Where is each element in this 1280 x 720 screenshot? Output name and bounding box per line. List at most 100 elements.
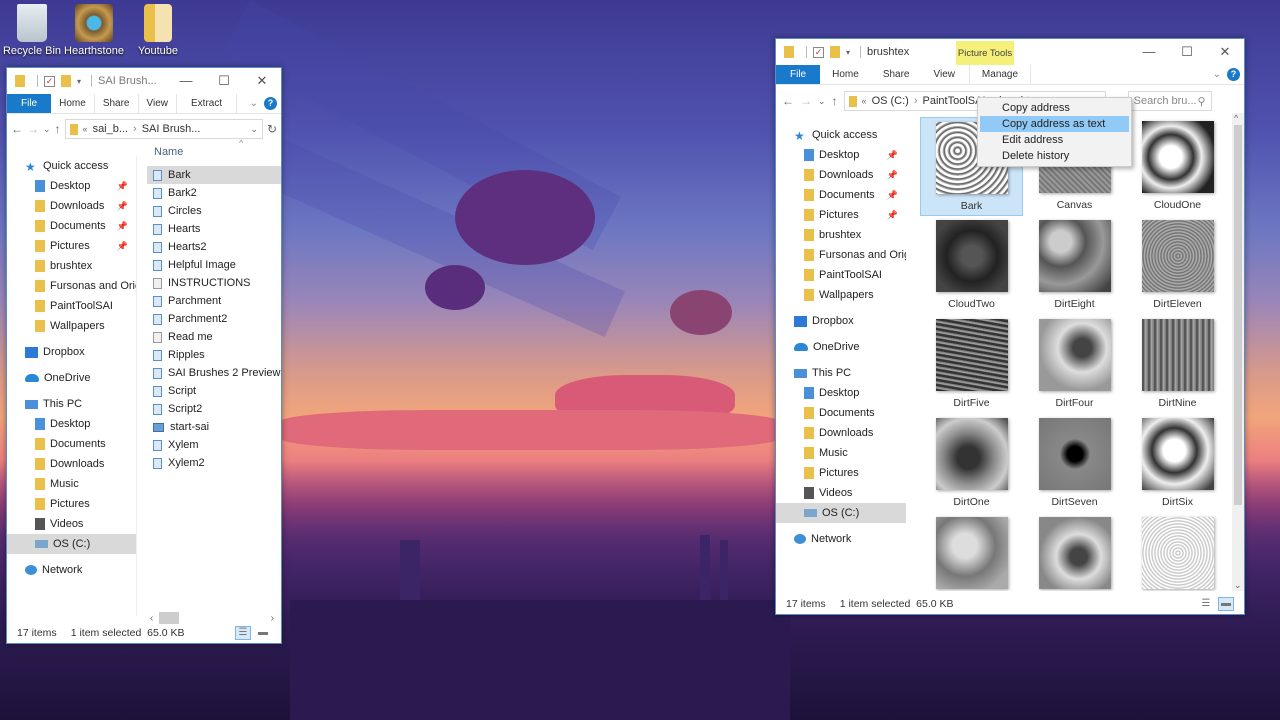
thumbnail-item[interactable]: DirtSeven — [1023, 414, 1126, 513]
file-row[interactable]: Xylem — [147, 436, 281, 454]
expand-ribbon-icon[interactable]: ⌄ — [1213, 69, 1221, 80]
thumbnail-item[interactable]: DirtEleven — [1126, 216, 1229, 315]
file-row[interactable]: Bark2 — [147, 184, 281, 202]
thumbnail-item[interactable]: CloudTwo — [920, 216, 1023, 315]
nav-item-downloads[interactable]: Downloads 📌 — [776, 165, 906, 185]
scroll-right-icon[interactable]: › — [268, 613, 277, 624]
breadcrumb-item[interactable]: OS (C:) — [872, 95, 909, 107]
nav-item-desktop[interactable]: Desktop 📌 — [7, 176, 136, 196]
vertical-scrollbar[interactable]: ^ ⌄ — [1232, 113, 1244, 591]
forward-button[interactable]: → — [27, 122, 39, 136]
customize-quick-access-icon[interactable]: ▾ — [77, 77, 81, 86]
pin-icon[interactable]: 📌 — [117, 181, 128, 192]
maximize-button[interactable]: ☐ — [205, 73, 243, 89]
desktop-icon-youtube[interactable]: Youtube — [126, 4, 190, 57]
breadcrumb-item[interactable]: sai_b... — [93, 123, 128, 135]
nav-network[interactable]: Network — [776, 529, 906, 549]
scroll-left-icon[interactable]: ‹ — [147, 613, 156, 624]
nav-item-pc-desktop[interactable]: Desktop — [776, 383, 906, 403]
scroll-up-icon[interactable]: ^ — [1234, 113, 1238, 123]
address-bar[interactable]: « sai_b... › SAI Brush... ⌄ — [64, 119, 263, 139]
maximize-button[interactable]: ☐ — [1168, 44, 1206, 60]
desktop-icon-hearthstone[interactable]: Hearthstone — [62, 4, 126, 57]
nav-onedrive[interactable]: OneDrive — [776, 337, 906, 357]
nav-item-os-c[interactable]: OS (C:) — [7, 534, 136, 554]
file-row[interactable]: Script2 — [147, 400, 281, 418]
file-row[interactable]: Bark — [147, 166, 281, 184]
file-row[interactable]: SAI Brushes 2 Preview — [147, 364, 281, 382]
nav-item-os-c[interactable]: OS (C:) — [776, 503, 906, 523]
new-folder-icon[interactable] — [830, 46, 840, 58]
tab-view[interactable]: View — [922, 65, 968, 84]
thumbnail-item[interactable] — [1126, 513, 1229, 591]
menu-item-copy-address-as-text[interactable]: Copy address as text — [980, 116, 1129, 132]
file-row[interactable]: start-sai — [147, 418, 281, 436]
nav-dropbox[interactable]: Dropbox — [7, 342, 136, 362]
nav-item-brushtex[interactable]: brushtex — [776, 225, 906, 245]
menu-item-edit-address[interactable]: Edit address — [980, 132, 1129, 148]
close-button[interactable]: ✕ — [1206, 44, 1244, 60]
nav-item-documents[interactable]: Documents 📌 — [776, 185, 906, 205]
nav-item-documents[interactable]: Documents 📌 — [7, 216, 136, 236]
nav-item-pc-downloads[interactable]: Downloads — [776, 423, 906, 443]
nav-item-brushtex[interactable]: brushtex — [7, 256, 136, 276]
recent-locations-icon[interactable]: ⌄ — [43, 124, 51, 135]
nav-item-pc-desktop[interactable]: Desktop — [7, 414, 136, 434]
thumbnail-item[interactable]: DirtOne — [920, 414, 1023, 513]
nav-item-pc-videos[interactable]: Videos — [7, 514, 136, 534]
column-header-name[interactable]: Name ^ — [147, 138, 281, 166]
pin-icon[interactable]: 📌 — [887, 210, 898, 221]
nav-item-pc-music[interactable]: Music — [7, 474, 136, 494]
tab-file[interactable]: File — [776, 65, 821, 84]
desktop-icon-recycle-bin[interactable]: Recycle Bin — [0, 4, 64, 57]
pin-icon[interactable]: 📌 — [887, 190, 898, 201]
back-button[interactable]: ← — [11, 122, 23, 136]
tab-manage[interactable]: Manage — [969, 65, 1031, 84]
file-row[interactable]: Script — [147, 382, 281, 400]
file-row[interactable]: Parchment2 — [147, 310, 281, 328]
file-row[interactable]: INSTRUCTIONS — [147, 274, 281, 292]
pin-icon[interactable]: 📌 — [117, 241, 128, 252]
large-icons-view-button[interactable]: ▬ — [1218, 597, 1234, 611]
nav-item-pictures[interactable]: Pictures 📌 — [7, 236, 136, 256]
nav-item-pc-downloads[interactable]: Downloads — [7, 454, 136, 474]
nav-item-fursonas[interactable]: Fursonas and Origin — [7, 276, 136, 296]
nav-onedrive[interactable]: OneDrive — [7, 368, 136, 388]
refresh-icon[interactable]: ↻ — [267, 122, 277, 136]
nav-item-fursonas[interactable]: Fursonas and Origin — [776, 245, 906, 265]
up-button[interactable]: ↑ — [55, 122, 61, 136]
close-button[interactable]: ✕ — [243, 73, 281, 89]
new-folder-icon[interactable] — [61, 75, 71, 87]
nav-item-pc-pictures[interactable]: Pictures — [776, 463, 906, 483]
customize-quick-access-icon[interactable]: ▾ — [846, 48, 850, 57]
search-box[interactable]: Search bru... ⚲ — [1127, 91, 1212, 111]
thumbnail-item[interactable]: DirtSix — [1126, 414, 1229, 513]
menu-item-delete-history[interactable]: Delete history — [980, 148, 1129, 164]
up-button[interactable]: ↑ — [832, 94, 838, 108]
nav-this-pc[interactable]: This PC — [7, 394, 136, 414]
tab-home[interactable]: Home — [820, 65, 871, 84]
minimize-button[interactable]: — — [1130, 44, 1168, 60]
scroll-thumb[interactable] — [1234, 125, 1242, 505]
thumbnail-item[interactable]: DirtFour — [1023, 315, 1126, 414]
nav-item-pictures[interactable]: Pictures 📌 — [776, 205, 906, 225]
pin-icon[interactable]: 📌 — [887, 150, 898, 161]
thumbnail-item[interactable] — [1023, 513, 1126, 591]
scroll-down-icon[interactable]: ⌄ — [1234, 580, 1242, 591]
details-view-button[interactable]: ☰ — [1198, 597, 1214, 611]
back-button[interactable]: ← — [782, 94, 794, 108]
file-row[interactable]: Ripples — [147, 346, 281, 364]
properties-icon[interactable]: ✓ — [813, 46, 824, 58]
thumbnail-item[interactable]: DirtEight — [1023, 216, 1126, 315]
nav-network[interactable]: Network — [7, 560, 136, 580]
help-icon[interactable]: ? — [264, 97, 277, 110]
tab-extract[interactable]: Extract — [177, 94, 238, 113]
nav-item-pc-documents[interactable]: Documents — [776, 403, 906, 423]
nav-item-desktop[interactable]: Desktop 📌 — [776, 145, 906, 165]
file-row[interactable]: Circles — [147, 202, 281, 220]
pin-icon[interactable]: 📌 — [117, 221, 128, 232]
nav-item-wallpapers[interactable]: Wallpapers — [776, 285, 906, 305]
thumbnail-item[interactable]: DirtNine — [1126, 315, 1229, 414]
forward-button[interactable]: → — [800, 94, 812, 108]
nav-item-wallpapers[interactable]: Wallpapers — [7, 316, 136, 336]
